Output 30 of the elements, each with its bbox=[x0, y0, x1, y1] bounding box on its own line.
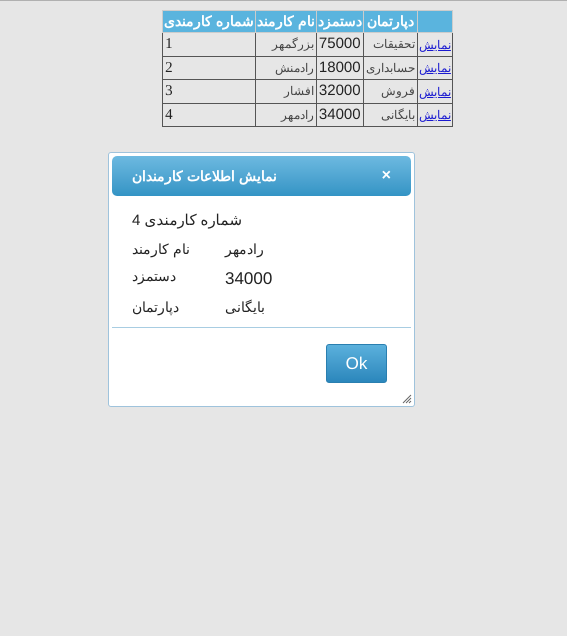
field-value: رادمهر bbox=[225, 240, 264, 260]
table-cell: رادمهر bbox=[256, 103, 316, 126]
table-cell: 2 bbox=[162, 56, 256, 80]
table-cell: 18000 bbox=[316, 56, 364, 80]
table-cell: بایگانی bbox=[363, 103, 418, 126]
field-label: دستمزد bbox=[132, 266, 177, 286]
table-cell: تحقیقات bbox=[363, 32, 418, 56]
table-cell: رادمنش bbox=[256, 56, 316, 80]
field-value: بایگانی bbox=[225, 298, 265, 317]
table-cell: 1 bbox=[162, 32, 256, 56]
column-header bbox=[417, 10, 452, 32]
field-label: دپارتمان bbox=[132, 298, 180, 318]
column-header: شماره کارمندی bbox=[162, 10, 256, 32]
field-label: نام کارمند bbox=[132, 240, 191, 260]
table-cell: بزرگمهر bbox=[256, 32, 316, 56]
employee-number: شماره کارمندی 4 bbox=[132, 211, 244, 231]
table-cell: 32000 bbox=[316, 80, 364, 103]
dialog-title: نمایش اطلاعات کارمندان bbox=[132, 166, 277, 186]
table-cell: 34000 bbox=[316, 103, 364, 126]
table-cell: 3 bbox=[162, 80, 256, 103]
table-cell: فروش bbox=[363, 80, 418, 103]
column-header: دپارتمان bbox=[363, 10, 418, 32]
table-cell: حسابداری bbox=[363, 56, 418, 80]
table-cell: 75000 bbox=[316, 32, 364, 56]
resize-grip-icon[interactable] bbox=[402, 394, 412, 404]
column-header: دستمزد bbox=[316, 10, 364, 32]
column-header: نام کارمند bbox=[256, 10, 316, 32]
field-value: 34000 bbox=[225, 268, 272, 290]
table-cell: افشار bbox=[256, 80, 316, 103]
table-cell: 4 bbox=[162, 103, 256, 126]
